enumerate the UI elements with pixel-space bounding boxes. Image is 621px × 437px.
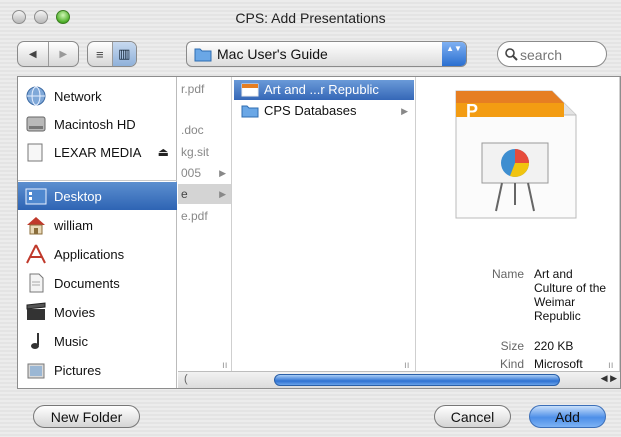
list-item[interactable]: e.pdf bbox=[178, 206, 231, 226]
applications-icon bbox=[26, 244, 46, 264]
chevron-right-icon: ▶ bbox=[219, 189, 226, 199]
chevron-right-icon: ▶ bbox=[219, 168, 226, 178]
search-input[interactable] bbox=[520, 45, 602, 64]
preview-column: P Name Art and Culture of the Weimar Rep… bbox=[416, 77, 620, 371]
browser-column-2[interactable]: Art and ...r Republic CPS Databases ▶ ıı bbox=[232, 77, 416, 371]
back-arrow-icon: ◀ bbox=[28, 48, 37, 60]
name-label: Name bbox=[491, 267, 524, 281]
title-bar: CPS: Add Presentations bbox=[0, 0, 621, 36]
sidebar-item-music[interactable]: Music bbox=[18, 327, 177, 355]
scrollbar-left-cap: ( bbox=[184, 373, 188, 385]
svg-text:P: P bbox=[466, 101, 478, 121]
music-icon bbox=[31, 333, 39, 349]
back-forward-group: ◀ ▶ bbox=[17, 41, 79, 67]
file-browser: Network Macintosh HD LEXAR MEDIA ⏏ Deskt… bbox=[17, 76, 621, 389]
list-item[interactable]: r.pdf bbox=[178, 79, 231, 99]
sidebar-item-pictures[interactable]: Pictures bbox=[18, 356, 177, 384]
forward-button[interactable]: ▶ bbox=[47, 42, 79, 66]
close-window-button[interactable] bbox=[12, 10, 26, 24]
movies-icon bbox=[26, 302, 46, 320]
path-popup[interactable]: Mac User's Guide ▲▼ bbox=[186, 41, 467, 67]
list-item[interactable]: .doc bbox=[178, 120, 231, 140]
sidebar-item-label: Network bbox=[54, 88, 102, 104]
sidebar-item-desktop[interactable]: Desktop bbox=[18, 182, 177, 210]
sidebar-item-applications[interactable]: Applications bbox=[18, 240, 177, 268]
sidebar-item-movies[interactable]: Movies bbox=[18, 298, 177, 326]
list-item[interactable]: CPS Databases ▶ bbox=[234, 101, 414, 121]
size-label: Size bbox=[500, 339, 524, 353]
home-icon bbox=[27, 217, 45, 235]
scroll-arrows-icon[interactable]: ◀ ▶ bbox=[601, 373, 617, 384]
scrollbar-thumb[interactable] bbox=[274, 374, 560, 386]
sidebar: Network Macintosh HD LEXAR MEDIA ⏏ Deskt… bbox=[18, 77, 177, 388]
forward-arrow-icon: ▶ bbox=[59, 48, 68, 60]
pictures-icon bbox=[27, 363, 45, 379]
window-title: CPS: Add Presentations bbox=[235, 10, 386, 26]
minimize-window-button[interactable] bbox=[34, 10, 48, 24]
kind-value: Microsoft bbox=[534, 357, 583, 371]
desktop-icon bbox=[25, 188, 47, 205]
sidebar-item-william[interactable]: william bbox=[18, 211, 177, 239]
add-button[interactable]: Add bbox=[529, 405, 606, 428]
column-view-icon: ▥ bbox=[118, 46, 131, 61]
sidebar-divider bbox=[18, 180, 177, 181]
size-value: 220 KB bbox=[534, 339, 574, 353]
folder-icon bbox=[194, 48, 212, 62]
list-item[interactable]: kg.sit bbox=[178, 142, 231, 162]
view-mode-group: ≡ ▥ bbox=[87, 41, 137, 67]
powerpoint-document-icon: P bbox=[455, 90, 577, 219]
sidebar-item-documents[interactable]: Documents bbox=[18, 269, 177, 297]
horizontal-scrollbar[interactable]: ( ◀ ▶ bbox=[178, 371, 620, 388]
eject-icon[interactable]: ⏏ bbox=[158, 145, 169, 159]
sidebar-item-label: Pictures bbox=[54, 362, 101, 378]
removable-disk-icon bbox=[27, 143, 43, 162]
sidebar-item-label: LEXAR MEDIA bbox=[54, 144, 142, 160]
sidebar-item-label: Documents bbox=[54, 275, 120, 291]
sidebar-item-network[interactable]: Network bbox=[18, 82, 177, 110]
column-resize-handle[interactable]: ıı bbox=[608, 360, 614, 371]
popup-arrows-icon: ▲▼ bbox=[442, 42, 466, 66]
sidebar-item-label: Movies bbox=[54, 304, 96, 320]
sidebar-item-label: Applications bbox=[54, 246, 125, 262]
path-popup-label: Mac User's Guide bbox=[217, 46, 328, 62]
zoom-window-button[interactable] bbox=[56, 10, 70, 24]
sidebar-item-label: Macintosh HD bbox=[54, 116, 136, 132]
browser-column-1[interactable]: r.pdf .doc kg.sit 005 ▶ e ▶ e.pdf ıı bbox=[178, 77, 232, 371]
list-item[interactable]: 005 ▶ bbox=[178, 163, 231, 183]
folder-icon bbox=[241, 105, 259, 118]
sidebar-item-lexar-media[interactable]: LEXAR MEDIA ⏏ bbox=[18, 138, 177, 166]
new-folder-button[interactable]: New Folder bbox=[33, 405, 140, 428]
cancel-button[interactable]: Cancel bbox=[434, 405, 511, 428]
search-field[interactable] bbox=[497, 41, 607, 67]
list-item-selected[interactable]: Art and ...r Republic bbox=[234, 80, 414, 100]
back-button[interactable]: ◀ bbox=[18, 42, 48, 66]
sidebar-item-label: Music bbox=[54, 333, 88, 349]
list-item-selected[interactable]: e ▶ bbox=[178, 184, 231, 204]
list-view-icon: ≡ bbox=[95, 46, 104, 62]
documents-icon bbox=[29, 273, 44, 293]
sidebar-item-label: william bbox=[54, 217, 93, 233]
presentation-file-icon bbox=[241, 83, 259, 97]
kind-label: Kind bbox=[499, 357, 524, 371]
sidebar-item-label: Desktop bbox=[54, 188, 102, 204]
network-globe-icon bbox=[26, 86, 46, 106]
name-value: Art and Culture of the Weimar Republic bbox=[534, 267, 607, 323]
column-view-button[interactable]: ▥ bbox=[111, 42, 136, 66]
column-resize-handle[interactable]: ıı bbox=[222, 360, 228, 371]
hard-drive-icon bbox=[26, 116, 46, 132]
search-icon bbox=[505, 48, 518, 61]
list-view-button[interactable]: ≡ bbox=[88, 42, 112, 66]
chevron-right-icon: ▶ bbox=[401, 106, 408, 116]
sidebar-item-macintosh-hd[interactable]: Macintosh HD bbox=[18, 110, 177, 138]
column-resize-handle[interactable]: ıı bbox=[404, 360, 410, 371]
